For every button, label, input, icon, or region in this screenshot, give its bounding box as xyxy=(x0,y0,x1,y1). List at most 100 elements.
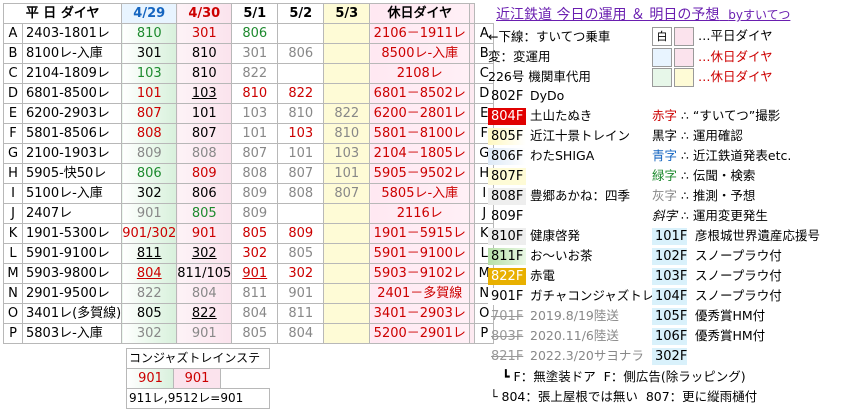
train-name: 豊郷あかね：四季 xyxy=(530,188,631,203)
train-cell xyxy=(323,263,371,284)
train-cell: 807 xyxy=(176,123,233,144)
train-cell: 822 xyxy=(277,83,325,104)
row-label: N xyxy=(3,283,23,304)
holiday-cell: 2116レ xyxy=(369,203,471,224)
train-code: 901F xyxy=(488,288,526,305)
train-cell: 103 xyxy=(121,63,178,84)
train-cell: 805 xyxy=(231,323,279,344)
train-name: 近江十景トレイン xyxy=(530,128,631,143)
table-row: P 5803レ-入庫 302 901 805 804 5200－2901レ P xyxy=(3,323,495,344)
train-code: 809F xyxy=(491,209,524,224)
train-cell: 822 xyxy=(323,103,371,124)
holiday-cell: 2104－1805レ xyxy=(369,143,471,164)
holiday-cell: 6801－8502レ xyxy=(369,83,471,104)
train-cell: 807 xyxy=(121,103,178,124)
legend-loco: 226号 機関車代用 xyxy=(488,69,591,84)
train-cell xyxy=(277,23,325,44)
train-cell: 806 xyxy=(231,23,279,44)
table-row: H 5905-快50レ 806 809 808 807 101 5905－9502レ H xyxy=(3,163,495,184)
row-label: H xyxy=(3,163,23,184)
color-key-label: 黒字 xyxy=(652,128,678,143)
train-cell: 807 xyxy=(277,163,325,184)
table-row: L 5901-9100レ 811 302 302 805 5901－9100レ L xyxy=(3,243,495,264)
train-cell: 805 xyxy=(277,243,325,264)
train-code: 106F xyxy=(652,328,687,345)
table-row: I 5100レ-入庫 302 806 809 808 807 5805レ-入庫 I xyxy=(3,183,495,204)
train-cell xyxy=(277,203,325,224)
train-cell: 808 xyxy=(277,183,325,204)
small-train-item: 102F スノープラウ付 xyxy=(652,246,782,265)
train-cell: 807 xyxy=(231,143,279,164)
train-cell: 811 xyxy=(277,303,325,324)
legend-underline: ←下線：すいてつ乗車 xyxy=(488,29,611,44)
row-label: I xyxy=(3,183,23,204)
train-name: 2022.3/20サヨナラ xyxy=(530,348,644,363)
holiday-cell: 1901－5915レ xyxy=(369,223,471,244)
row-label: B xyxy=(3,43,23,64)
table-row: J 2407レ 901 805 809 2116レ J xyxy=(3,203,495,224)
train-code: 804F xyxy=(488,108,526,125)
train-cell: 301 xyxy=(231,43,279,64)
color-key-label: 灰字 xyxy=(652,188,678,203)
train-code: 810F xyxy=(488,228,526,245)
legend-weekday: 白 …平日ダイヤ xyxy=(652,26,773,46)
train-note: 彦根城世界遺産応援号 xyxy=(695,228,821,243)
diagram-name: 3401レ(多賀線) xyxy=(21,303,123,324)
color-key-text: 運用確認 xyxy=(692,128,743,143)
train-cell xyxy=(323,23,371,44)
diagram-name: 2901-9500レ xyxy=(21,283,123,304)
color-key-text: 伝聞・検索 xyxy=(692,168,756,183)
color-key-item: 緑字 ∴ 伝聞・検索 xyxy=(652,166,755,185)
train-cell: 811 xyxy=(231,283,279,304)
row-label: A xyxy=(3,23,23,44)
train-cell xyxy=(323,283,371,304)
train-cell: 301 xyxy=(121,43,178,64)
train-cell: 901 xyxy=(231,263,279,284)
stage-box: コンジャズトレインステージ xyxy=(126,348,270,384)
train-cell: 302 xyxy=(231,243,279,264)
row-label: D xyxy=(3,83,23,104)
color-key-label: 青字 xyxy=(652,148,678,163)
train-cell: 809 xyxy=(277,223,325,244)
train-legend-item: 701F 2019.8/19陸送 xyxy=(488,306,619,325)
diagram-name: 5801-8506レ xyxy=(21,123,123,144)
train-cell: 901 xyxy=(277,283,325,304)
train-name: お～いお茶 xyxy=(530,248,593,263)
legend-holiday2: …休日ダイヤ xyxy=(652,67,773,87)
date-header: 4/30 xyxy=(176,3,233,24)
holiday-cell: 2401－多賀線 xyxy=(369,283,471,304)
train-cell: 101 xyxy=(231,123,279,144)
train-cell: 809 xyxy=(231,183,279,204)
holiday-cell: 5805レ-入庫 xyxy=(369,183,471,204)
holiday-cell: 2106－1911レ xyxy=(369,23,471,44)
train-code: 807F xyxy=(488,168,526,185)
train-note: スノープラウ付 xyxy=(695,268,782,283)
color-key-item: 黒字 ∴ 運用確認 xyxy=(652,126,743,145)
yellow-swatch xyxy=(674,68,694,87)
diagram-name: 5905-快50レ xyxy=(21,163,123,184)
small-train-item: 302F xyxy=(652,346,695,365)
train-cell: 806 xyxy=(277,43,325,64)
train-cell xyxy=(323,323,371,344)
holiday-cell: 3401－2903レ xyxy=(369,303,471,324)
train-cell xyxy=(323,303,371,324)
train-cell xyxy=(323,63,371,84)
train-cell: 805 xyxy=(176,203,233,224)
train-cell: 810 xyxy=(277,103,325,124)
holiday-header: 休日ダイヤ xyxy=(369,3,471,24)
row-label: K xyxy=(3,223,23,244)
train-cell: 101 xyxy=(121,83,178,104)
table-row: C 2104-1809レ 103 810 822 2108レ C xyxy=(3,63,495,84)
train-code: 822F xyxy=(488,268,526,285)
pink-swatch xyxy=(674,27,694,46)
train-code: 806F xyxy=(488,148,526,165)
train-legend-item: 901F ガチャコンジャズトレイン xyxy=(488,286,679,305)
train-cell: 805 xyxy=(121,303,178,324)
diagram-name: 5901-9100レ xyxy=(21,243,123,264)
train-cell: 804 xyxy=(277,323,325,344)
train-cell xyxy=(323,43,371,64)
train-cell: 804 xyxy=(121,263,178,284)
diagram-name: 1901-5300レ xyxy=(21,223,123,244)
row-label: O xyxy=(3,303,23,324)
train-name: 健康啓発 xyxy=(530,228,581,243)
